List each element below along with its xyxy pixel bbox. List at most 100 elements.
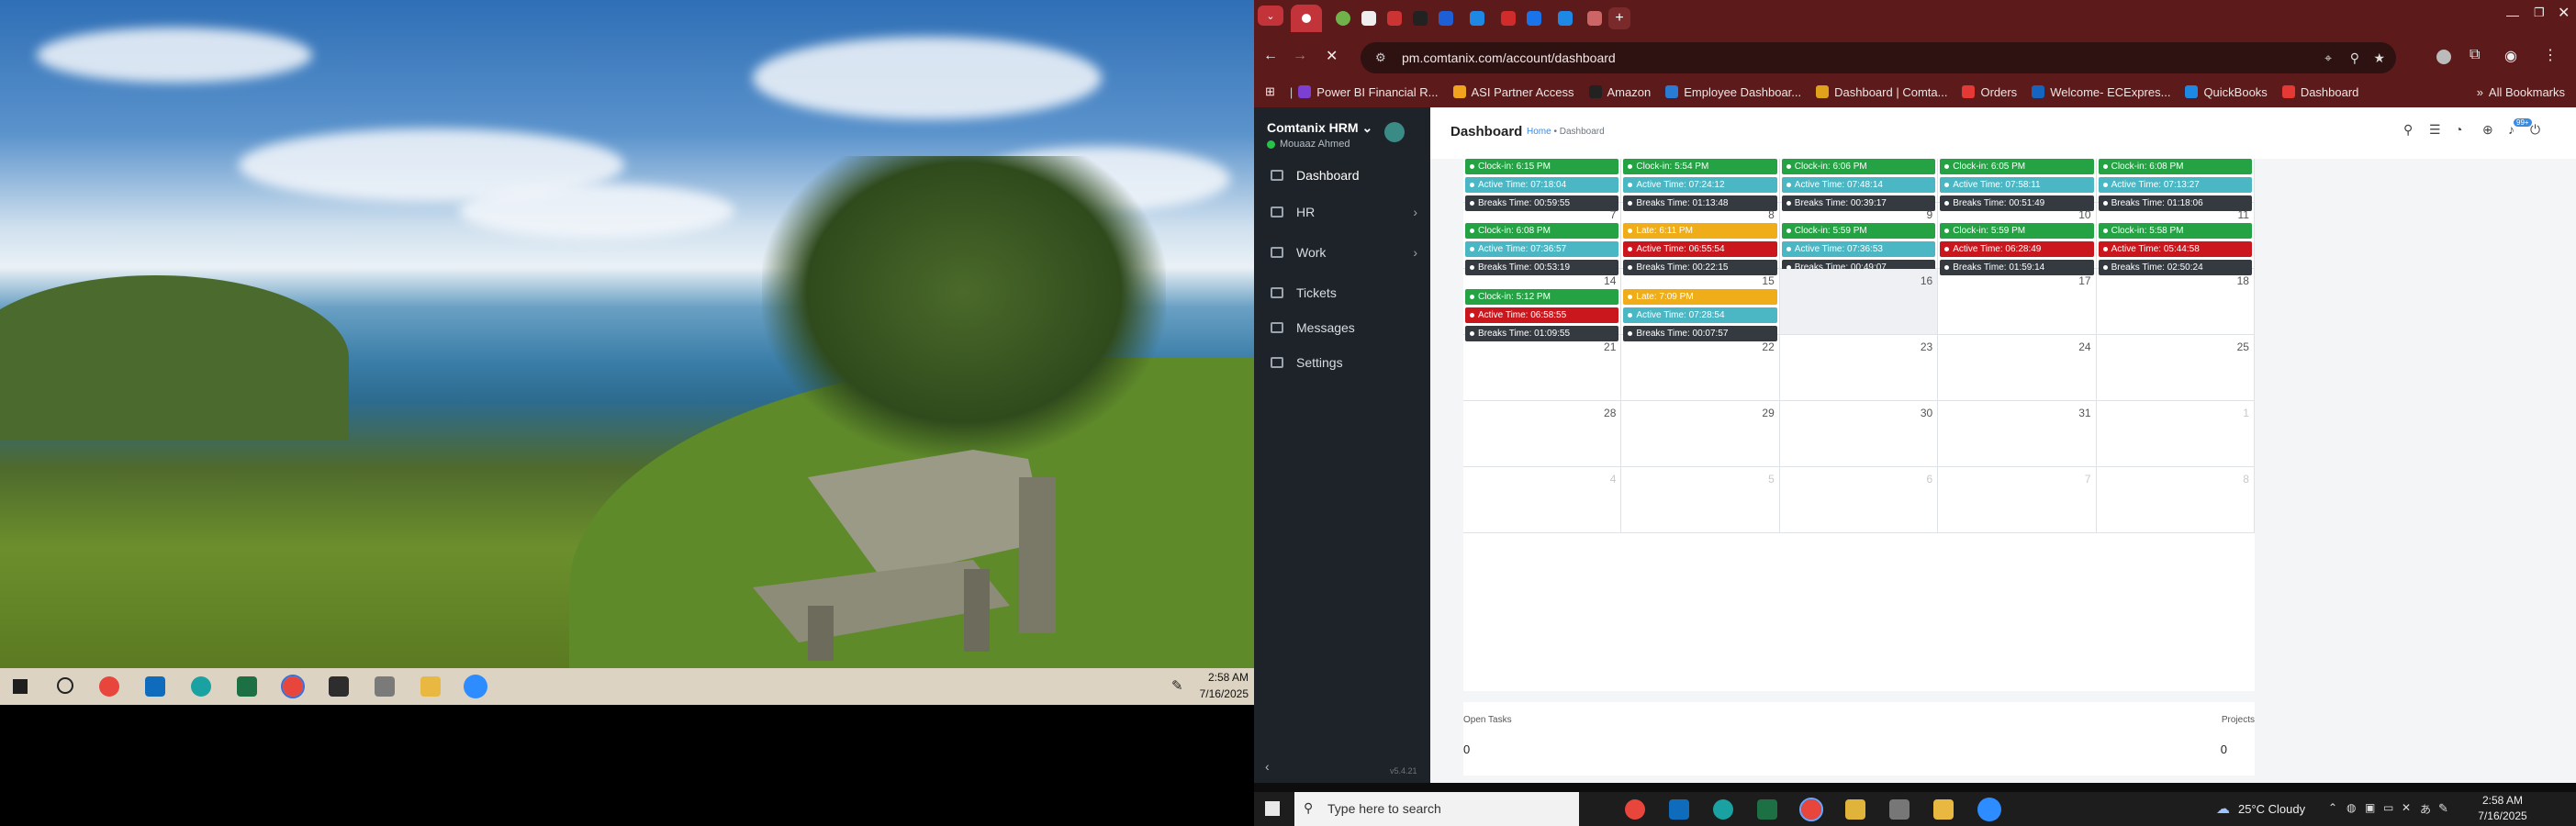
stop-loading-icon[interactable]: ✕ (1326, 47, 1338, 65)
clock-icon[interactable]: ◔ (2455, 122, 2462, 137)
calendar-day-cell[interactable]: 10 Clock-in: 5:59 PM Active Time: 06:28:49… (1938, 203, 2097, 275)
minimize-icon[interactable]: — (2506, 7, 2519, 22)
apps-icon[interactable]: ⊞ (1265, 84, 1275, 99)
calendar-day-cell[interactable]: 11 Clock-in: 5:58 PM Active Time: 05:44:58… (2096, 203, 2255, 275)
all-bookmarks[interactable]: All Bookmarks (2489, 85, 2565, 99)
location-icon[interactable]: ⌖ (2324, 42, 2332, 73)
attendance-event[interactable]: Active Time: 07:28:54 (1623, 307, 1777, 323)
sticky-notes-icon[interactable] (329, 676, 349, 697)
weather-text[interactable]: 25°C Cloudy (2238, 802, 2305, 816)
close-icon[interactable]: ✕ (2558, 4, 2570, 22)
attendance-event[interactable]: Clock-in: 6:08 PM (2098, 159, 2252, 174)
sidebar-item-dashboard[interactable]: Dashboard (1254, 157, 1430, 194)
attendance-event[interactable]: Clock-in: 6:05 PM (1940, 159, 2094, 174)
attendance-event[interactable]: Active Time: 07:24:12 (1623, 177, 1777, 193)
bookmark-item[interactable]: Dashboard (2281, 85, 2358, 99)
bookmark-item[interactable]: Amazon (1588, 85, 1651, 99)
calendar-day-cell[interactable]: 22 (1621, 335, 1780, 401)
extensions-puzzle-icon[interactable]: ⧉ (2470, 47, 2480, 63)
app-name[interactable]: Comtanix HRM ⌄ (1267, 120, 1372, 136)
calendar-day-cell[interactable]: 1 (2096, 401, 2255, 467)
edge-icon[interactable] (1713, 799, 1733, 820)
tab-6[interactable] (1430, 5, 1462, 32)
tab-search-icon[interactable]: ⌄ (1258, 6, 1283, 26)
bookmark-item[interactable]: Orders (1962, 85, 2017, 99)
tab-11[interactable] (1579, 5, 1610, 32)
calculator-icon[interactable] (375, 676, 395, 697)
calendar-day-cell[interactable]: 17 (1938, 269, 2097, 335)
calendar-day-cell[interactable]: 25 (2096, 335, 2255, 401)
sticky-notes-icon[interactable] (1845, 799, 1865, 820)
calendar-day-cell[interactable]: 8 (2096, 467, 2255, 533)
windows-start-icon[interactable] (1265, 801, 1280, 816)
search-icon[interactable]: ⚲ (2403, 122, 2413, 138)
attendance-event[interactable]: Active Time: 05:44:58 (2098, 241, 2252, 257)
calendar-day-cell[interactable]: Clock-in: 6:06 PM Active Time: 07:48:14 Br… (1779, 159, 1939, 211)
attendance-event[interactable]: Clock-in: 6:06 PM (1781, 159, 1936, 174)
calendar-day-cell[interactable]: 5 (1621, 467, 1780, 533)
add-icon[interactable]: ⊕ (2482, 122, 2493, 138)
tab-9[interactable] (1518, 5, 1550, 32)
sidebar-item-tickets[interactable]: Tickets (1254, 274, 1430, 311)
chrome-icon[interactable] (99, 676, 119, 697)
zoom-icon[interactable] (464, 675, 487, 698)
sidebar-item-work[interactable]: Work › (1254, 234, 1430, 271)
back-icon[interactable]: ← (1263, 48, 1278, 64)
bookmark-item[interactable]: Employee Dashboar... (1665, 85, 1801, 99)
attendance-event[interactable]: Active Time: 06:55:54 (1623, 241, 1777, 257)
chrome-active-icon[interactable] (1799, 798, 1823, 821)
volume-icon[interactable]: ✕ (2402, 801, 2411, 814)
task-list-icon[interactable]: ☰ (2429, 122, 2441, 138)
calendar-day-cell[interactable]: Clock-in: 6:15 PM Active Time: 07:18:04 Br… (1463, 159, 1622, 211)
chrome-active-icon[interactable] (281, 675, 305, 698)
attendance-event[interactable]: Active Time: 07:13:27 (2098, 177, 2252, 193)
attendance-event[interactable]: Clock-in: 6:08 PM (1465, 223, 1619, 239)
chrome-icon[interactable] (1625, 799, 1645, 820)
calendar-day-cell[interactable]: 16 (1779, 269, 1939, 335)
site-info-icon[interactable]: ⚙ (1375, 42, 1386, 73)
power-icon[interactable]: ⏻ (2530, 122, 2540, 138)
zoom-icon[interactable] (1977, 798, 2001, 821)
calendar-day-cell[interactable]: 7 (1938, 467, 2097, 533)
calendar-day-cell[interactable]: 7 Clock-in: 6:08 PM Active Time: 07:36:57 B… (1463, 203, 1622, 275)
tab-7[interactable] (1462, 5, 1493, 32)
theme-toggle-icon[interactable] (1384, 122, 1405, 142)
file-explorer-icon[interactable] (420, 676, 441, 697)
attendance-event[interactable]: Active Time: 07:36:57 (1465, 241, 1619, 257)
calendar-day-cell[interactable]: Clock-in: 6:05 PM Active Time: 07:58:11 Br… (1938, 159, 2097, 211)
profile-icon[interactable]: ◉ (2504, 47, 2517, 65)
breadcrumb-home[interactable]: Home (1527, 127, 1551, 137)
extension-icon[interactable] (2436, 50, 2451, 64)
attendance-event[interactable]: Active Time: 07:48:14 (1781, 177, 1936, 193)
forward-icon[interactable]: → (1293, 48, 1307, 64)
calendar-day-cell[interactable]: 15 Late: 7:09 PM Active Time: 07:28:54 Brea… (1621, 269, 1780, 341)
bookmark-item[interactable]: QuickBooks (2185, 85, 2268, 99)
attendance-event[interactable]: Active Time: 06:28:49 (1940, 241, 2094, 257)
maximize-icon[interactable]: ❐ (2534, 6, 2545, 20)
attendance-event[interactable]: Clock-in: 5:54 PM (1623, 159, 1777, 174)
attendance-event[interactable]: Clock-in: 5:59 PM (1781, 223, 1936, 239)
more-bookmarks-icon[interactable]: » (2477, 85, 2483, 99)
calendar-day-cell[interactable]: Clock-in: 5:54 PM Active Time: 07:24:12 Br… (1621, 159, 1780, 211)
calendar-day-cell[interactable]: 28 (1463, 401, 1622, 467)
pen-icon[interactable]: ✎ (1171, 677, 1183, 694)
address-bar[interactable]: ⚙ pm.comtanix.com/account/dashboard ⌖ ⚲ … (1361, 42, 2396, 73)
pen-icon[interactable]: ✎ (2438, 801, 2448, 816)
star-icon[interactable]: ★ (2373, 42, 2385, 73)
calendar-day-cell[interactable]: 18 (2096, 269, 2255, 335)
calendar-day-cell[interactable]: 24 (1938, 335, 2097, 401)
calendar-day-cell[interactable]: 31 (1938, 401, 2097, 467)
calendar-day-cell[interactable]: 29 (1621, 401, 1780, 467)
outlook-icon[interactable] (145, 676, 165, 697)
bookmark-item[interactable]: Welcome- ECExpres... (2032, 85, 2170, 99)
tray-overflow-icon[interactable]: ⌃ (2328, 801, 2337, 814)
sidebar-item-hr[interactable]: HR › (1254, 194, 1430, 230)
zoom-icon[interactable]: ⚲ (2350, 42, 2359, 73)
attendance-event[interactable]: Clock-in: 5:59 PM (1940, 223, 2094, 239)
search-icon[interactable] (57, 677, 73, 694)
calendar-day-cell[interactable]: 21 (1463, 335, 1622, 401)
attendance-event[interactable]: Clock-in: 5:12 PM (1465, 289, 1619, 305)
calendar-day-cell[interactable]: 30 (1779, 401, 1939, 467)
new-tab-button[interactable]: + (1608, 7, 1630, 29)
menu-icon[interactable]: ⋮ (2543, 46, 2558, 64)
